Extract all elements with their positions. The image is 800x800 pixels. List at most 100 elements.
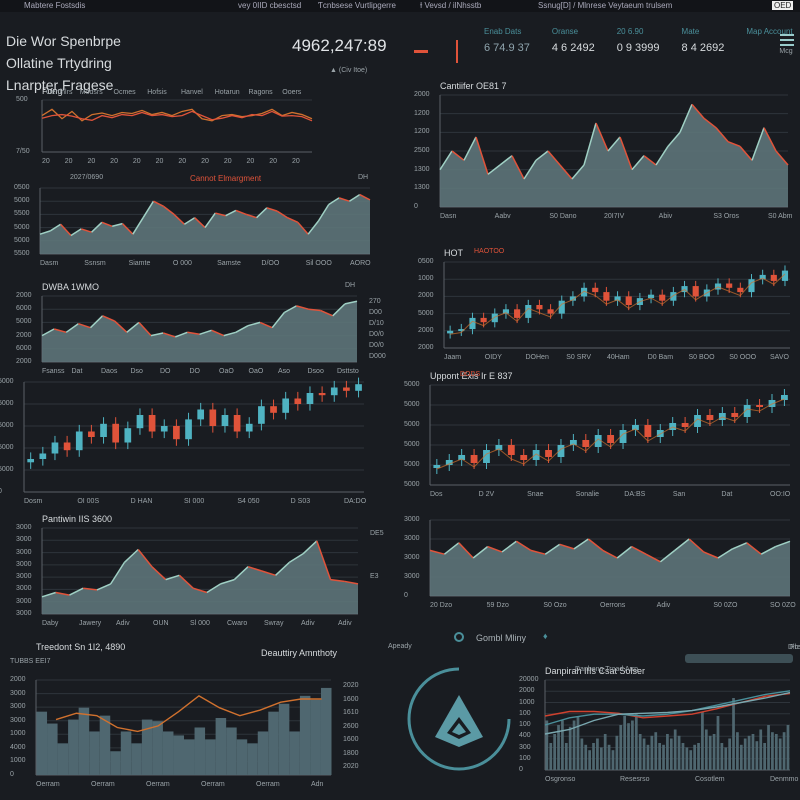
x-tick-label: Adiv — [338, 620, 352, 627]
x-tick-label: DA:DO — [344, 498, 367, 505]
x-tick-label: Dat — [71, 368, 83, 375]
chart-h — [443, 261, 790, 349]
x-tick-label: Daby — [42, 620, 59, 627]
bar — [774, 734, 778, 770]
bar — [755, 741, 759, 770]
stat-value: 8 4 2692 — [681, 42, 725, 54]
bar — [743, 738, 747, 770]
x-tick-label: Sl 000 — [190, 620, 210, 627]
bar — [580, 738, 584, 770]
chart-title: Pantiwin IIS 3600 — [42, 514, 113, 524]
x-tick-label: 40Ham — [607, 354, 630, 361]
y-tick-label: 0 — [519, 766, 523, 773]
y-tick-label: 2000 — [418, 344, 434, 351]
bar — [78, 707, 90, 775]
y-tick-label: 1300 — [414, 184, 430, 192]
y-tick-label: 3000 — [404, 516, 420, 523]
candle-body — [547, 309, 554, 314]
bar — [607, 744, 611, 770]
y-tick-label: 5000 — [404, 381, 420, 388]
chart-i — [429, 384, 790, 486]
side-value: 2600 — [343, 722, 359, 730]
stats-row: Enab Dats 6 74.9 37 Oranse 4 6 2492 20 6.9… — [484, 27, 793, 55]
bar — [701, 711, 704, 770]
candle-body — [470, 455, 478, 463]
x-tick-label: DA:BS — [624, 491, 646, 498]
bar — [215, 718, 227, 775]
y-tick-label: 3000 — [16, 610, 32, 617]
side-value: D0/0 — [369, 342, 384, 349]
bar — [654, 732, 658, 770]
x-tick-label: Adiv — [301, 620, 315, 627]
bar — [646, 744, 650, 770]
bar — [99, 715, 111, 775]
x-tick-label: Adiv — [116, 620, 130, 627]
x-tick-label: San — [672, 491, 686, 498]
x-tick-label: O 000 — [172, 260, 192, 267]
y-tick-label: 3000 — [16, 585, 32, 593]
y-tick-label: 5000 — [0, 378, 14, 385]
candle-body — [330, 387, 338, 396]
y-tick-label: 100 — [519, 754, 531, 762]
y-tick-label: 0 — [10, 771, 14, 778]
bar — [662, 744, 665, 770]
y-tick-label: 4000 — [10, 743, 26, 751]
chart-legend-value: Dib — [788, 644, 799, 651]
bar — [778, 738, 782, 770]
candle-body — [355, 384, 362, 391]
menu-item[interactable]: vey 0IID cbesctsd — [238, 1, 301, 10]
menu-icon[interactable] — [780, 34, 794, 46]
x-tick-label: Ssnsm — [84, 260, 106, 267]
x-tick-label: DOHen — [525, 354, 549, 361]
y-tick-label: 3000 — [404, 573, 420, 580]
x-tick-label: Adn — [311, 781, 324, 788]
bar — [751, 734, 755, 770]
candle-body — [51, 442, 59, 454]
x-tick-label: Dsoo — [307, 368, 324, 375]
bar — [627, 723, 630, 770]
candle-body — [136, 415, 144, 429]
y-tick-label: 1000 — [10, 757, 26, 765]
chart-legend: DH — [358, 174, 369, 181]
candle-body — [659, 294, 666, 301]
bar — [268, 711, 279, 775]
bar — [666, 734, 669, 770]
menu-button[interactable]: OED — [772, 1, 794, 10]
candle-body — [644, 425, 652, 437]
area-fill — [42, 301, 357, 362]
x-tick-label: Oerram — [146, 781, 170, 788]
menu-item[interactable]: Mabtere Fostsdis — [24, 1, 85, 10]
bar — [549, 743, 553, 770]
y-tick-label: 400 — [519, 732, 531, 740]
x-tick-label: Dos — [430, 491, 443, 498]
bar — [576, 716, 580, 770]
candle-body — [514, 309, 521, 318]
candle-body — [770, 274, 777, 281]
y-tick-label: 3000 — [16, 573, 32, 581]
x-tick-label: Oerram — [201, 781, 225, 788]
chart-subtitle: 2027/0690 — [70, 174, 104, 181]
stat: Mate 8 4 2692 — [682, 27, 725, 55]
menu-item[interactable]: Ssnug[D] / Mlnrese Veytaeum trulsem — [538, 1, 672, 10]
x-tick-label: Adiv — [656, 602, 671, 609]
bar — [611, 750, 615, 770]
candle-body — [582, 440, 590, 447]
pressure-slider[interactable] — [685, 654, 793, 663]
bar — [545, 720, 549, 770]
stat-label: Enab Dats — [484, 27, 522, 36]
bar — [603, 734, 607, 770]
stat-label: 20 6.90 — [616, 27, 644, 36]
menu-item[interactable]: Ɨ Vevsd / ilNhsstb — [420, 1, 481, 10]
x-tick-label: Siamte — [128, 260, 151, 267]
y-tick-label: 1000 — [418, 275, 434, 283]
chart-subtitle: DODS — [460, 371, 481, 378]
menu-item[interactable]: Ƭcnbsese Vurtlipgerre — [318, 1, 396, 10]
candle-body — [681, 423, 689, 427]
candle-body — [318, 393, 326, 396]
y-tick-label: 5000 — [14, 236, 30, 244]
y-tick-label: 0 — [404, 592, 408, 599]
series-line — [544, 690, 791, 726]
y-tick-label: 3000 — [16, 536, 32, 544]
bar — [638, 734, 642, 770]
y-tick-label: 5000 — [404, 441, 420, 448]
